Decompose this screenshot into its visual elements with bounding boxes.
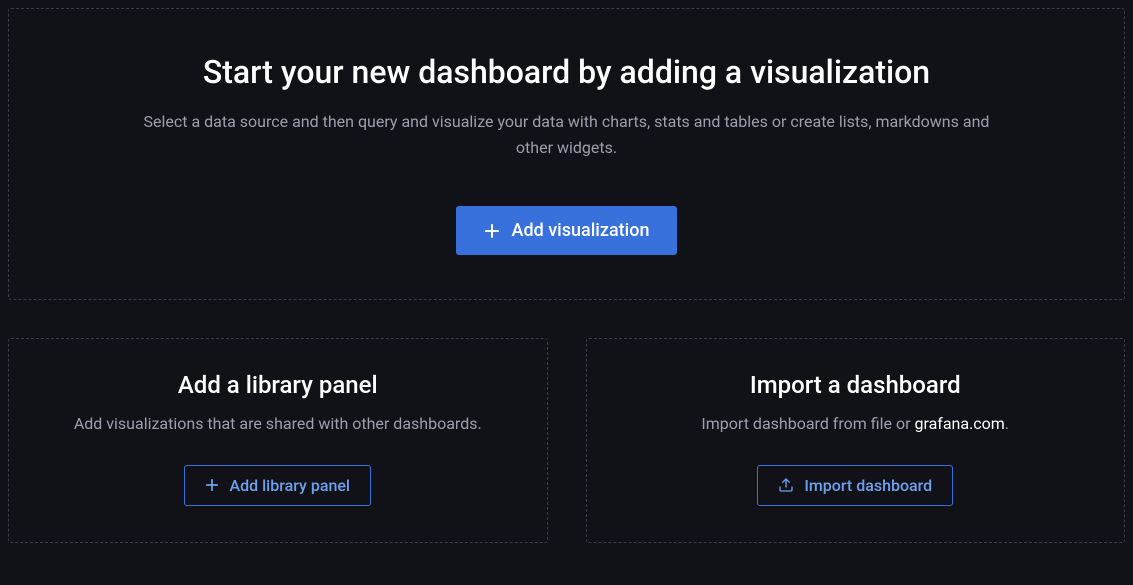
secondary-panels-row: Add a library panel Add visualizations t… — [8, 338, 1125, 543]
import-dashboard-button[interactable]: Import dashboard — [757, 465, 953, 506]
import-dashboard-subtitle: Import dashboard from file or grafana.co… — [611, 411, 1101, 437]
main-subtitle: Select a data source and then query and … — [127, 109, 1007, 160]
library-panel-title: Add a library panel — [33, 371, 523, 399]
add-visualization-button[interactable]: Add visualization — [456, 206, 678, 255]
import-dashboard-card: Import a dashboard Import dashboard from… — [586, 338, 1126, 543]
add-visualization-panel: Start your new dashboard by adding a vis… — [8, 8, 1125, 300]
import-dashboard-title: Import a dashboard — [611, 371, 1101, 399]
add-visualization-label: Add visualization — [512, 220, 650, 241]
add-library-panel-button[interactable]: Add library panel — [184, 465, 371, 506]
library-panel-subtitle: Add visualizations that are shared with … — [33, 411, 523, 437]
import-dashboard-label: Import dashboard — [804, 476, 932, 495]
plus-icon — [205, 478, 219, 492]
library-panel-card: Add a library panel Add visualizations t… — [8, 338, 548, 543]
import-subtitle-prefix: Import dashboard from file or — [701, 414, 914, 433]
upload-icon — [778, 477, 794, 493]
grafana-link-text: grafana.com — [914, 414, 1004, 433]
main-title: Start your new dashboard by adding a vis… — [49, 53, 1084, 91]
add-library-panel-label: Add library panel — [229, 476, 350, 495]
import-subtitle-suffix: . — [1005, 414, 1009, 433]
plus-icon — [484, 223, 500, 239]
